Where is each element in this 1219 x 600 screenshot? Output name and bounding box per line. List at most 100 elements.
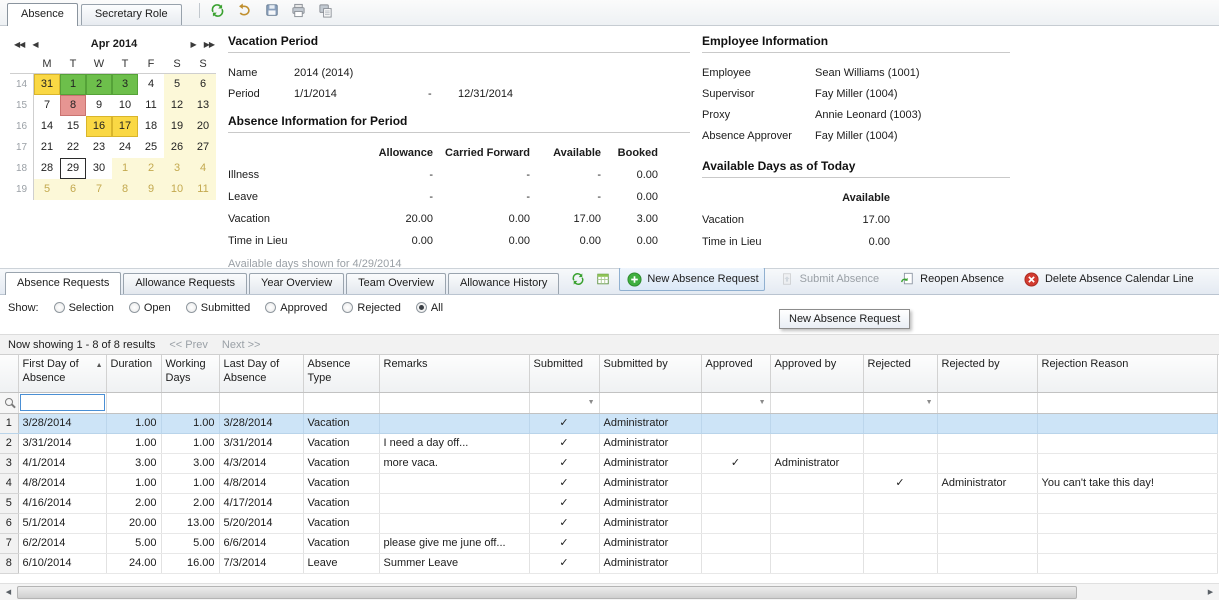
refresh-icon[interactable] <box>209 1 227 19</box>
column-header-working-days[interactable]: Working Days <box>161 355 219 392</box>
calendar-day[interactable]: 12 <box>164 95 190 116</box>
column-header-approved-by[interactable]: Approved by <box>770 355 863 392</box>
calendar-day[interactable]: 28 <box>34 158 60 179</box>
column-header-first-day-of-absence[interactable]: First Day of Absence▲ <box>18 355 106 392</box>
tab-absence[interactable]: Absence <box>7 3 78 26</box>
calendar-day[interactable]: 27 <box>190 137 216 158</box>
calendar-day[interactable]: 14 <box>34 116 60 137</box>
calendar-next-year-icon[interactable]: ▶▶ <box>200 40 218 49</box>
grid-row[interactable]: 34/1/20143.003.004/3/2014Vacationmore va… <box>0 453 1217 473</box>
scroll-right-icon[interactable]: ▶ <box>1202 584 1219 600</box>
calendar-day[interactable]: 2 <box>86 74 112 95</box>
calendar-day[interactable]: 22 <box>60 137 86 158</box>
calendar-day[interactable]: 17 <box>112 116 138 137</box>
filter-cell-duration[interactable] <box>106 392 161 413</box>
filter-cell-approved-by[interactable] <box>770 392 863 413</box>
calendar-day[interactable]: 16 <box>86 116 112 137</box>
calendar-day[interactable]: 23 <box>86 137 112 158</box>
column-header-duration[interactable]: Duration <box>106 355 161 392</box>
calendar-day[interactable]: 19 <box>164 116 190 137</box>
calendar-next-month-icon[interactable]: ▶ <box>187 40 200 49</box>
calendar-day[interactable]: 26 <box>164 137 190 158</box>
filter-input-first-day-of-absence[interactable] <box>20 394 105 411</box>
column-header-approved[interactable]: Approved <box>701 355 770 392</box>
column-header-remarks[interactable]: Remarks <box>379 355 529 392</box>
grid-row[interactable]: 86/10/201424.0016.007/3/2014LeaveSummer … <box>0 553 1217 573</box>
scroll-left-icon[interactable]: ◀ <box>0 584 17 600</box>
column-header-submitted-by[interactable]: Submitted by <box>599 355 701 392</box>
calendar-day[interactable]: 8 <box>60 95 86 116</box>
column-header-rejected[interactable]: Rejected <box>863 355 937 392</box>
calendar-day[interactable]: 11 <box>190 179 216 200</box>
scroll-thumb[interactable] <box>17 586 1077 599</box>
tab-absence-requests[interactable]: Absence Requests <box>5 272 121 295</box>
filter-dropdown-icon[interactable]: ▼ <box>759 393 769 413</box>
tab-team-overview[interactable]: Team Overview <box>346 273 446 294</box>
calendar-day[interactable]: 1 <box>112 158 138 179</box>
calendar-day[interactable]: 24 <box>112 137 138 158</box>
save-icon[interactable] <box>263 1 281 19</box>
calendar-day[interactable]: 13 <box>190 95 216 116</box>
filter-radio-approved[interactable]: Approved <box>265 302 327 314</box>
filter-radio-open[interactable]: Open <box>129 302 171 314</box>
grid-row[interactable]: 54/16/20142.002.004/17/2014Vacation✓Admi… <box>0 493 1217 513</box>
filter-dropdown-icon[interactable]: ▼ <box>926 393 936 413</box>
calendar-day[interactable]: 4 <box>190 158 216 179</box>
column-header-rejected-by[interactable]: Rejected by <box>937 355 1037 392</box>
filter-cell-last-day-of-absence[interactable] <box>219 392 303 413</box>
calendar-day[interactable]: 11 <box>138 95 164 116</box>
filter-cell-approved[interactable]: ▼ <box>701 392 770 413</box>
filter-dropdown-icon[interactable]: ▼ <box>588 393 598 413</box>
tab-secretary-role[interactable]: Secretary Role <box>81 4 182 25</box>
calendar-day[interactable]: 10 <box>164 179 190 200</box>
calendar-day[interactable]: 25 <box>138 137 164 158</box>
grid-row[interactable]: 13/28/20141.001.003/28/2014Vacation✓Admi… <box>0 413 1217 433</box>
filter-cell-submitted-by[interactable] <box>599 392 701 413</box>
column-header-absence-type[interactable]: Absence Type <box>303 355 379 392</box>
calendar-day[interactable]: 9 <box>138 179 164 200</box>
calendar-day[interactable]: 7 <box>34 95 60 116</box>
filter-radio-all[interactable]: All <box>416 302 443 314</box>
calendar-day[interactable]: 8 <box>112 179 138 200</box>
calendar-day[interactable]: 3 <box>112 74 138 95</box>
calendar-day[interactable]: 9 <box>86 95 112 116</box>
column-header-rejection-reason[interactable]: Rejection Reason <box>1037 355 1217 392</box>
grid-row[interactable]: 76/2/20145.005.006/6/2014Vacationplease … <box>0 533 1217 553</box>
calendar-day[interactable]: 30 <box>86 158 112 179</box>
new-absence-request-button[interactable]: New Absence Request <box>619 267 764 291</box>
grid-row[interactable]: 65/1/201420.0013.005/20/2014Vacation✓Adm… <box>0 513 1217 533</box>
filter-cell-rejection-reason[interactable] <box>1037 392 1217 413</box>
tab-allowance-requests[interactable]: Allowance Requests <box>123 273 247 294</box>
horizontal-scrollbar[interactable]: ◀ ▶ <box>0 583 1219 600</box>
filter-radio-submitted[interactable]: Submitted <box>186 302 251 314</box>
tab-allowance-history[interactable]: Allowance History <box>448 273 559 294</box>
filter-cell-absence-type[interactable] <box>303 392 379 413</box>
filter-radio-rejected[interactable]: Rejected <box>342 302 400 314</box>
calendar-day[interactable]: 15 <box>60 116 86 137</box>
filter-cell-rejected[interactable]: ▼ <box>863 392 937 413</box>
table-view-icon[interactable] <box>594 270 612 288</box>
calendar-prev-year-icon[interactable]: ◀◀ <box>10 40 28 49</box>
print-preview-icon[interactable] <box>317 1 335 19</box>
calendar-day[interactable]: 20 <box>190 116 216 137</box>
calendar-day[interactable]: 2 <box>138 158 164 179</box>
column-header-last-day-of-absence[interactable]: Last Day of Absence <box>219 355 303 392</box>
filter-radio-selection[interactable]: Selection <box>54 302 114 314</box>
prev-page-link[interactable]: << Prev <box>169 339 208 351</box>
grid-row[interactable]: 23/31/20141.001.003/31/2014VacationI nee… <box>0 433 1217 453</box>
calendar-prev-month-icon[interactable]: ◀ <box>28 40 41 49</box>
calendar-day[interactable]: 6 <box>190 74 216 95</box>
tab-year-overview[interactable]: Year Overview <box>249 273 344 294</box>
grid-row[interactable]: 44/8/20141.001.004/8/2014Vacation✓Admini… <box>0 473 1217 493</box>
reopen-absence-button[interactable]: Reopen Absence <box>892 267 1010 291</box>
print-icon[interactable] <box>290 1 308 19</box>
refresh-grid-icon[interactable] <box>569 270 587 288</box>
filter-cell-remarks[interactable] <box>379 392 529 413</box>
undo-icon[interactable] <box>236 1 254 19</box>
column-header-submitted[interactable]: Submitted <box>529 355 599 392</box>
calendar-day[interactable]: 6 <box>60 179 86 200</box>
calendar-day[interactable]: 21 <box>34 137 60 158</box>
next-page-link[interactable]: Next >> <box>222 339 261 351</box>
calendar-day[interactable]: 5 <box>34 179 60 200</box>
calendar-day[interactable]: 31 <box>34 74 60 95</box>
